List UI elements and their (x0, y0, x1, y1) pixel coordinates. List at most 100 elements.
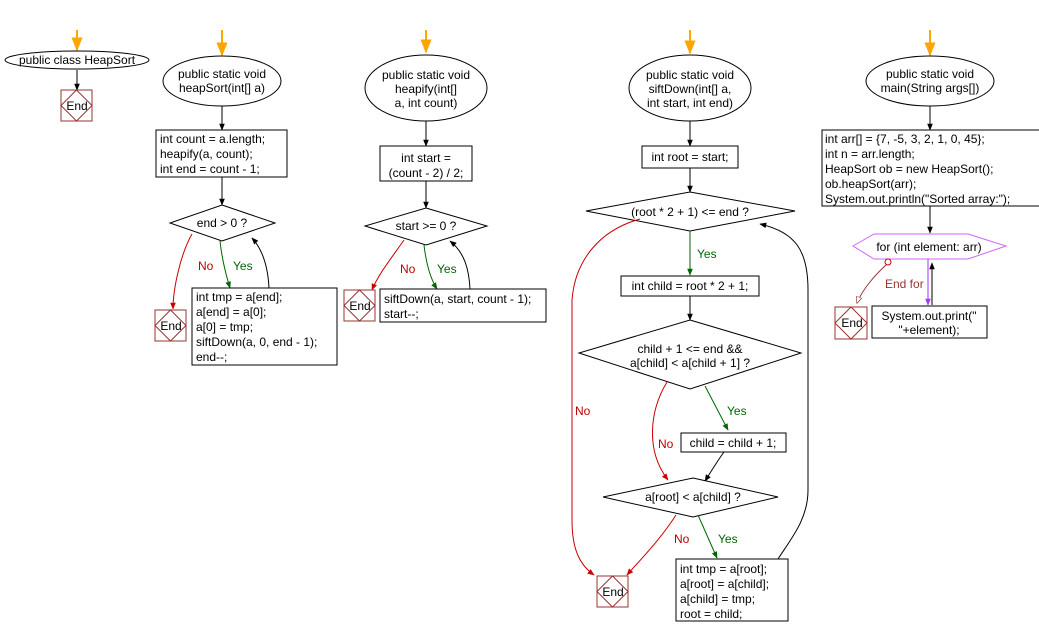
header-line: heapSort(int[] a) (179, 81, 265, 95)
no-label: No (658, 437, 674, 451)
heapsort-init-block[interactable]: int count = a.length; heapify(a, count);… (155, 129, 288, 178)
header-line: main(String args[]) (881, 81, 980, 95)
end-label: End (66, 99, 87, 113)
header-line: public static void (646, 68, 734, 82)
condition-label: a[child] < a[child + 1] ? (630, 356, 750, 370)
code-line: ob.heapSort(arr); (825, 177, 916, 191)
no-label: No (400, 262, 416, 276)
code-line: int child = root * 2 + 1; (632, 279, 749, 293)
heapify-end-node[interactable]: End (343, 289, 376, 322)
code-line: a[0] = tmp; (196, 320, 253, 334)
yes-branch-arrow (704, 385, 729, 431)
code-line: heapify(a, count); (160, 147, 253, 161)
heapify-body-block[interactable]: siftDown(a, start, count - 1); start--; (379, 288, 547, 323)
yes-label: Yes (727, 404, 747, 418)
yes-branch-arrow (219, 240, 231, 289)
siftdown-child-increment[interactable]: child = child + 1; (680, 432, 787, 453)
no-label: No (575, 404, 591, 418)
flowchart-canvas: public class HeapSort End public static … (4, 30, 1039, 622)
condition-label: child + 1 <= end && (637, 342, 742, 356)
heapsort-section: public static void heapSort(int[] a) int… (154, 30, 338, 366)
siftdown-init-block[interactable]: int root = start; (641, 145, 739, 169)
main-section: public static void main(String args[]) i… (821, 30, 1039, 340)
end-label: End (160, 319, 181, 333)
code-line: int start = (401, 151, 451, 165)
code-line: int arr[] = {7, -5, 3, 2, 1, 0, 45}; (825, 132, 985, 146)
heapify-section: public static void heapify(int[] a, int … (343, 30, 547, 323)
code-line: System.out.print(" (882, 309, 977, 323)
end-for-connector-icon (884, 258, 892, 266)
main-header-node[interactable]: public static void main(String args[]) (865, 55, 995, 107)
code-line: a[child] = tmp; (680, 592, 755, 606)
no-branch-arrow (170, 233, 193, 310)
code-line: int n = arr.length; (825, 147, 915, 161)
no-label: No (674, 532, 690, 546)
class-node-label: public class HeapSort (19, 53, 136, 67)
class-section: public class HeapSort End (4, 30, 150, 122)
end-label: End (602, 585, 623, 599)
condition-label: start >= 0 ? (396, 219, 457, 233)
class-end-node[interactable]: End (60, 89, 93, 122)
code-line: (count - 2) / 2; (389, 166, 464, 180)
code-line: int tmp = a[end]; (196, 290, 282, 304)
code-line: end--; (196, 350, 227, 364)
no-branch-arrow (626, 514, 677, 576)
loop-back-arrow (759, 222, 809, 560)
code-line: int count = a.length; (160, 132, 265, 146)
heapsort-header-node[interactable]: public static void heapSort(int[] a) (162, 55, 282, 107)
class-node[interactable]: public class HeapSort (4, 50, 150, 70)
siftdown-header-node[interactable]: public static void siftDown(int[] a, int… (628, 54, 752, 122)
loop-back-arrow (251, 237, 270, 289)
code-line: HeapSort ob = new HeapSort(); (825, 162, 993, 176)
code-line: child = child + 1; (690, 436, 777, 450)
yes-branch-arrow (697, 514, 718, 559)
no-label: No (198, 259, 214, 273)
main-init-block[interactable]: int arr[] = {7, -5, 3, 2, 1, 0, 45}; int… (821, 129, 1039, 207)
condition-label: end > 0 ? (197, 216, 248, 230)
header-line: public static void (886, 67, 974, 81)
yes-label: Yes (718, 532, 738, 546)
yes-branch-arrow (423, 244, 438, 290)
heapify-condition[interactable]: start >= 0 ? (363, 207, 489, 246)
condition-label: a[root] < a[child] ? (645, 490, 741, 504)
header-line: int start, int end) (647, 96, 733, 110)
code-line: root = child; (680, 607, 742, 621)
no-branch-arrow (651, 381, 669, 481)
yes-label: Yes (437, 262, 457, 276)
code-line: System.out.println("Sorted array:"); (825, 192, 1010, 206)
header-line: public static void (382, 68, 470, 82)
main-end-node[interactable]: End (834, 306, 868, 340)
header-line: heapify(int[] (395, 82, 457, 96)
siftdown-swap-block[interactable]: int tmp = a[root]; a[root] = a[child]; a… (675, 558, 789, 622)
heapify-header-node[interactable]: public static void heapify(int[] a, int … (364, 54, 488, 122)
siftdown-end-node[interactable]: End (596, 575, 629, 608)
heapsort-body-block[interactable]: int tmp = a[end]; a[end] = a[0]; a[0] = … (191, 287, 338, 366)
code-line: a[end] = a[0]; (196, 305, 266, 319)
siftdown-condition-2[interactable]: child + 1 <= end && a[child] < a[child +… (577, 319, 803, 390)
main-for-loop[interactable]: for (int element: arr) (852, 233, 1008, 260)
code-line: start--; (384, 307, 419, 321)
heapsort-condition[interactable]: end > 0 ? (168, 204, 277, 242)
heapify-init-block[interactable]: int start = (count - 2) / 2; (379, 145, 473, 182)
end-label: End (841, 316, 862, 330)
no-branch-arrow (571, 218, 641, 576)
code-line: "+element); (898, 323, 959, 337)
yes-label: Yes (697, 247, 717, 261)
end-label: End (349, 299, 370, 313)
siftdown-child-assign[interactable]: int child = root * 2 + 1; (620, 275, 760, 297)
siftdown-condition-3[interactable]: a[root] < a[child] ? (602, 477, 779, 518)
code-line: siftDown(a, start, count - 1); (384, 292, 531, 306)
code-line: int root = start; (651, 150, 728, 164)
loop-label: for (int element: arr) (876, 240, 981, 254)
end-for-arrow (857, 264, 887, 303)
end-for-label: End for (885, 277, 924, 291)
header-line: siftDown(int[] a, (649, 82, 732, 96)
main-loop-body[interactable]: System.out.print(" "+element); (871, 305, 988, 339)
siftdown-section: public static void siftDown(int[] a, int… (571, 30, 809, 622)
heapsort-end-node[interactable]: End (154, 309, 187, 342)
condition-label: (root * 2 + 1) <= end ? (631, 205, 749, 219)
header-line: public static void (178, 67, 266, 81)
flow-arrow (704, 451, 725, 482)
header-line: a, int count) (395, 96, 458, 110)
code-line: int tmp = a[root]; (680, 562, 767, 576)
